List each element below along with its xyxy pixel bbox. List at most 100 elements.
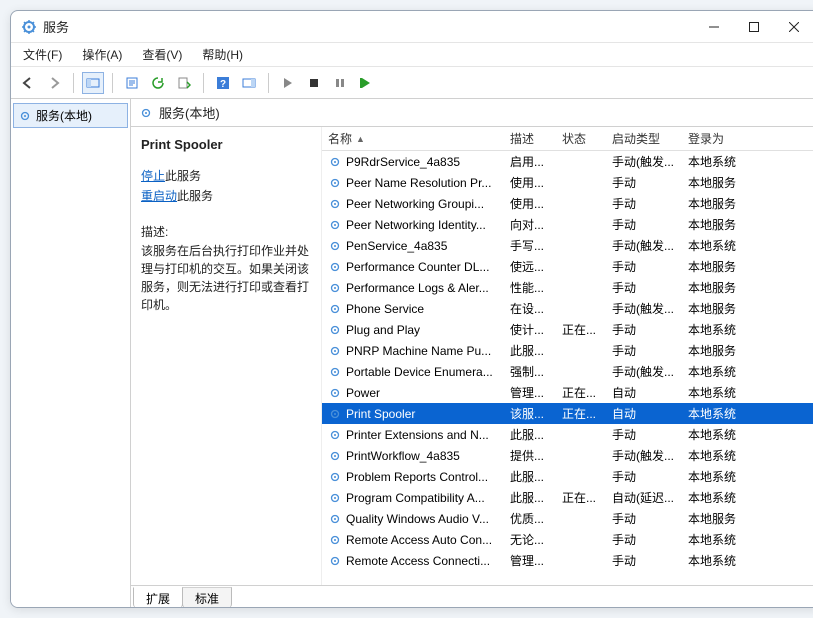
service-desc: 提供... [504, 447, 556, 464]
services-icon [18, 109, 32, 123]
service-logon: 本地服务 [682, 279, 746, 296]
services-icon [21, 19, 37, 35]
tree-root-services[interactable]: 服务(本地) [13, 103, 128, 128]
service-gear-icon [328, 512, 342, 526]
pause-service-button[interactable] [329, 72, 351, 94]
selected-service-name: Print Spooler [141, 137, 311, 152]
service-desc: 优质... [504, 510, 556, 527]
column-header-name[interactable]: 名称▲ [322, 130, 504, 147]
tree-pane: 服务(本地) [11, 99, 131, 607]
menu-file[interactable]: 文件(F) [19, 44, 66, 65]
service-row[interactable]: PenService_4a835手写...手动(触发...本地系统 [322, 235, 813, 256]
service-gear-icon [328, 155, 342, 169]
service-name: Power [346, 386, 380, 400]
menu-action[interactable]: 操作(A) [78, 44, 126, 65]
service-row[interactable]: Remote Access Connecti...管理...手动本地系统 [322, 550, 813, 571]
service-name: Remote Access Auto Con... [346, 533, 492, 547]
service-name: Quality Windows Audio V... [346, 512, 489, 526]
service-row[interactable]: P9RdrService_4a835启用...手动(触发...本地系统 [322, 151, 813, 172]
service-row[interactable]: Printer Extensions and N...此服...手动本地系统 [322, 424, 813, 445]
service-startup: 手动 [606, 258, 682, 275]
service-row[interactable]: Peer Networking Identity...向对...手动本地服务 [322, 214, 813, 235]
service-logon: 本地系统 [682, 405, 746, 422]
list-pane: 名称▲ 描述 状态 启动类型 登录为 P9RdrService_4a835启用.… [321, 127, 813, 585]
stop-service-link[interactable]: 停止 [141, 169, 165, 183]
column-header-desc[interactable]: 描述 [504, 130, 556, 147]
minimize-button[interactable] [694, 13, 734, 41]
service-row[interactable]: Print Spooler该服...正在...自动本地系统 [322, 403, 813, 424]
service-row[interactable]: Problem Reports Control...此服...手动本地系统 [322, 466, 813, 487]
body: 服务(本地) 服务(本地) Print Spooler 停止此服务 重启动此服务… [11, 99, 813, 607]
service-gear-icon [328, 428, 342, 442]
service-gear-icon [328, 386, 342, 400]
service-startup: 手动 [606, 426, 682, 443]
service-row[interactable]: PNRP Machine Name Pu...此服...手动本地服务 [322, 340, 813, 361]
svg-text:?: ? [220, 79, 226, 90]
service-name: P9RdrService_4a835 [346, 155, 460, 169]
service-desc: 性能... [504, 279, 556, 296]
properties-button[interactable] [121, 72, 143, 94]
menu-view[interactable]: 查看(V) [138, 44, 186, 65]
service-gear-icon [328, 176, 342, 190]
service-row[interactable]: Performance Counter DL...使远...手动本地服务 [322, 256, 813, 277]
service-name: Remote Access Connecti... [346, 554, 490, 568]
service-row[interactable]: Remote Access Auto Con...无论...手动本地系统 [322, 529, 813, 550]
service-desc: 该服... [504, 405, 556, 422]
service-row[interactable]: Peer Networking Groupi...使用...手动本地服务 [322, 193, 813, 214]
service-gear-icon [328, 218, 342, 232]
service-desc: 此服... [504, 468, 556, 485]
column-header-logon[interactable]: 登录为 [682, 130, 746, 147]
service-logon: 本地服务 [682, 258, 746, 275]
help-button[interactable]: ? [212, 72, 234, 94]
service-gear-icon [328, 449, 342, 463]
service-row[interactable]: Program Compatibility A...此服...正在...自动(延… [322, 487, 813, 508]
column-header-startup[interactable]: 启动类型 [606, 130, 682, 147]
stop-service-button[interactable] [303, 72, 325, 94]
restart-service-button[interactable] [355, 72, 377, 94]
service-row[interactable]: Power管理...正在...自动本地系统 [322, 382, 813, 403]
right-header: 服务(本地) [131, 99, 813, 127]
window: 服务 文件(F) 操作(A) 查看(V) 帮助(H) ? [10, 10, 813, 608]
service-gear-icon [328, 302, 342, 316]
menu-help[interactable]: 帮助(H) [198, 44, 247, 65]
service-row[interactable]: Phone Service在设...手动(触发...本地服务 [322, 298, 813, 319]
restart-service-link[interactable]: 重启动 [141, 189, 177, 203]
service-startup: 手动 [606, 510, 682, 527]
service-row[interactable]: Portable Device Enumera...强制...手动(触发...本… [322, 361, 813, 382]
service-logon: 本地系统 [682, 468, 746, 485]
service-logon: 本地系统 [682, 237, 746, 254]
show-hide-action-pane-button[interactable] [238, 72, 260, 94]
service-startup: 自动 [606, 405, 682, 422]
export-button[interactable] [173, 72, 195, 94]
service-name: Peer Networking Identity... [346, 218, 486, 232]
maximize-button[interactable] [734, 13, 774, 41]
titlebar: 服务 [11, 11, 813, 43]
restart-suffix: 此服务 [177, 189, 213, 203]
back-button[interactable] [17, 72, 39, 94]
service-status: 正在... [556, 384, 606, 401]
service-startup: 手动(触发... [606, 237, 682, 254]
service-row[interactable]: Quality Windows Audio V...优质...手动本地服务 [322, 508, 813, 529]
start-service-button[interactable] [277, 72, 299, 94]
service-name: Printer Extensions and N... [346, 428, 489, 442]
service-desc: 使计... [504, 321, 556, 338]
service-row[interactable]: Plug and Play使计...正在...手动本地系统 [322, 319, 813, 340]
service-row[interactable]: Peer Name Resolution Pr...使用...手动本地服务 [322, 172, 813, 193]
show-hide-tree-button[interactable] [82, 72, 104, 94]
close-button[interactable] [774, 13, 813, 41]
service-gear-icon [328, 470, 342, 484]
service-name: Performance Logs & Aler... [346, 281, 489, 295]
service-startup: 手动 [606, 552, 682, 569]
service-row[interactable]: PrintWorkflow_4a835提供...手动(触发...本地系统 [322, 445, 813, 466]
service-gear-icon [328, 239, 342, 253]
service-row[interactable]: Performance Logs & Aler...性能...手动本地服务 [322, 277, 813, 298]
service-name: Phone Service [346, 302, 424, 316]
refresh-button[interactable] [147, 72, 169, 94]
forward-button[interactable] [43, 72, 65, 94]
service-logon: 本地系统 [682, 426, 746, 443]
service-status: 正在... [556, 321, 606, 338]
service-startup: 手动(触发... [606, 300, 682, 317]
service-startup: 自动(延迟... [606, 489, 682, 506]
list-body[interactable]: P9RdrService_4a835启用...手动(触发...本地系统Peer … [322, 151, 813, 585]
column-header-status[interactable]: 状态 [556, 130, 606, 147]
